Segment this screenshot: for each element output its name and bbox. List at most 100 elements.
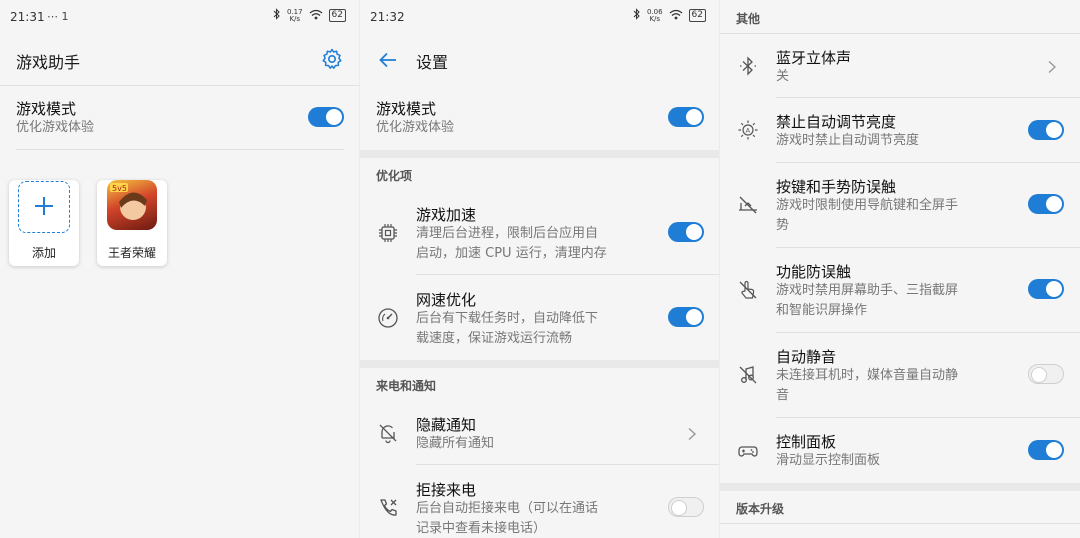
game-boost-title: 游戏加速 — [416, 206, 477, 224]
row-divider — [776, 162, 1080, 163]
network-opt-toggle[interactable] — [668, 307, 704, 327]
function-mistouch-toggle[interactable] — [1028, 279, 1064, 299]
status-right-icons: 0.17 K/s 62 — [273, 8, 346, 23]
section-separator — [360, 150, 720, 158]
brightness-title: 禁止自动调节亮度 — [776, 113, 897, 131]
section-header-optimize: 优化项 — [376, 169, 413, 183]
game-assistant-screen: 21:31 ⋯ 1 0.17 K/s 62 游戏助手 游戏模式 优化游戏体验 添… — [0, 0, 360, 538]
honor-of-kings-app-icon[interactable]: 5v5 — [107, 180, 157, 230]
row-divider — [776, 332, 1080, 333]
game-mode-subtitle: 优化游戏体验 — [16, 120, 95, 135]
mistouch-toggle[interactable] — [1028, 194, 1064, 214]
section-divider — [720, 33, 1080, 34]
status-notification-indicator: ⋯ 1 — [47, 10, 69, 23]
settings-screen-scrolled: 其他 蓝牙立体声 关 A 禁止自动调节亮度 游戏时禁止自动调节亮度 按键和手势防… — [720, 0, 1080, 538]
screenshot-collage: 21:31 ⋯ 1 0.17 K/s 62 游戏助手 游戏模式 优化游戏体验 添… — [0, 0, 1080, 538]
add-app-card[interactable]: 添加 — [9, 180, 79, 266]
mistouch-title: 按键和手势防误触 — [776, 178, 897, 196]
row-divider — [416, 274, 720, 275]
auto-mute-toggle[interactable] — [1028, 364, 1064, 384]
network-speed: 0.06 K/s — [647, 8, 663, 23]
add-app-label: 添加 — [31, 246, 56, 260]
network-opt-subtitle-line1: 后台有下载任务时，自动降低下 — [416, 311, 599, 326]
control-panel-subtitle: 滑动显示控制面板 — [776, 453, 881, 468]
bluetooth-icon — [736, 54, 760, 78]
game-mode-title: 游戏模式 — [376, 100, 437, 118]
svg-text:5v5: 5v5 — [112, 184, 127, 193]
function-mistouch-subtitle-line2: 和智能识屏操作 — [776, 303, 868, 318]
reject-calls-toggle[interactable] — [668, 497, 704, 517]
network-opt-title: 网速优化 — [416, 291, 477, 309]
game-mode-subtitle: 优化游戏体验 — [376, 120, 455, 135]
network-speed: 0.17 K/s — [287, 8, 303, 23]
control-panel-toggle[interactable] — [1028, 440, 1064, 460]
row-divider — [416, 464, 720, 465]
no-navigation-icon — [736, 193, 760, 217]
page-title: 游戏助手 — [16, 53, 81, 72]
section-separator — [720, 483, 1080, 491]
wifi-icon — [669, 9, 683, 23]
back-arrow-icon[interactable] — [376, 48, 400, 72]
bt-stereo-subtitle: 关 — [776, 69, 790, 84]
battery-indicator: 62 — [688, 9, 706, 22]
status-bar: 21:31 ⋯ 1 0.17 K/s 62 — [0, 0, 360, 34]
status-right-icons: 0.06 K/s 62 — [633, 8, 706, 23]
auto-brightness-icon: A — [736, 118, 760, 142]
control-panel-title: 控制面板 — [776, 433, 837, 451]
app-card-honor-of-kings[interactable]: 5v5 王者荣耀 — [97, 180, 167, 266]
brightness-subtitle: 游戏时禁止自动调节亮度 — [776, 133, 920, 148]
network-speed-unit: K/s — [289, 14, 301, 23]
game-boost-subtitle-line2: 启动，加速 CPU 运行，清理内存 — [416, 246, 607, 261]
bluetooth-icon — [633, 8, 641, 23]
bell-off-icon — [376, 421, 400, 445]
section-header-calls: 来电和通知 — [376, 379, 437, 393]
bluetooth-icon — [273, 8, 281, 23]
hide-notifications-subtitle: 隐藏所有通知 — [416, 436, 495, 451]
chevron-right-icon[interactable] — [1046, 59, 1058, 74]
gear-icon[interactable] — [320, 47, 344, 71]
reject-calls-subtitle-line2: 记录中查看未接电话） — [416, 521, 547, 536]
touch-block-icon — [736, 278, 760, 302]
phone-reject-icon — [376, 496, 400, 520]
hide-notifications-title: 隐藏通知 — [416, 416, 477, 434]
function-mistouch-subtitle-line1: 游戏时禁用屏幕助手、三指截屏 — [776, 283, 959, 298]
section-divider — [720, 523, 1080, 524]
auto-mute-subtitle-line1: 未连接耳机时，媒体音量自动静 — [776, 368, 959, 383]
game-boost-subtitle-line1: 清理后台进程，限制后台应用自 — [416, 226, 599, 241]
music-mute-icon — [736, 363, 760, 387]
section-separator — [360, 360, 720, 368]
row-divider — [776, 97, 1080, 98]
bt-stereo-title: 蓝牙立体声 — [776, 49, 852, 67]
auto-mute-title: 自动静音 — [776, 348, 837, 366]
status-time: 21:31 — [10, 10, 45, 24]
settings-screen: 21:32 0.06 K/s 62 设置 游戏模式 优化游戏体验 优化项 游戏加… — [360, 0, 720, 538]
row-divider — [776, 417, 1080, 418]
function-mistouch-title: 功能防误触 — [776, 263, 852, 281]
cpu-chip-icon — [376, 221, 400, 245]
game-mode-toggle[interactable] — [668, 107, 704, 127]
network-speed-unit: K/s — [649, 14, 661, 23]
mistouch-subtitle-line1: 游戏时限制使用导航键和全屏手 — [776, 198, 959, 213]
reject-calls-subtitle-line1: 后台自动拒接来电（可以在通话 — [416, 501, 599, 516]
page-title: 设置 — [416, 53, 449, 72]
game-mode-divider — [16, 149, 344, 150]
status-time: 21:32 — [370, 10, 405, 24]
game-mode-toggle[interactable] — [308, 107, 344, 127]
speedometer-icon — [376, 306, 400, 330]
network-opt-subtitle-line2: 载速度，保证游戏运行流畅 — [416, 331, 573, 346]
auto-mute-subtitle-line2: 音 — [776, 388, 790, 403]
status-bar: 21:32 0.06 K/s 62 — [360, 0, 720, 34]
game-boost-toggle[interactable] — [668, 222, 704, 242]
add-app-tile[interactable] — [18, 181, 70, 233]
reject-calls-title: 拒接来电 — [416, 481, 477, 499]
brightness-toggle[interactable] — [1028, 120, 1064, 140]
plus-icon — [35, 197, 53, 215]
mistouch-subtitle-line2: 势 — [776, 218, 790, 233]
section-header-other: 其他 — [736, 12, 761, 26]
section-header-version: 版本升级 — [736, 502, 785, 516]
battery-indicator: 62 — [328, 9, 346, 22]
row-divider — [776, 247, 1080, 248]
chevron-right-icon[interactable] — [686, 426, 698, 441]
gamepad-icon — [736, 439, 760, 463]
wifi-icon — [309, 9, 323, 23]
